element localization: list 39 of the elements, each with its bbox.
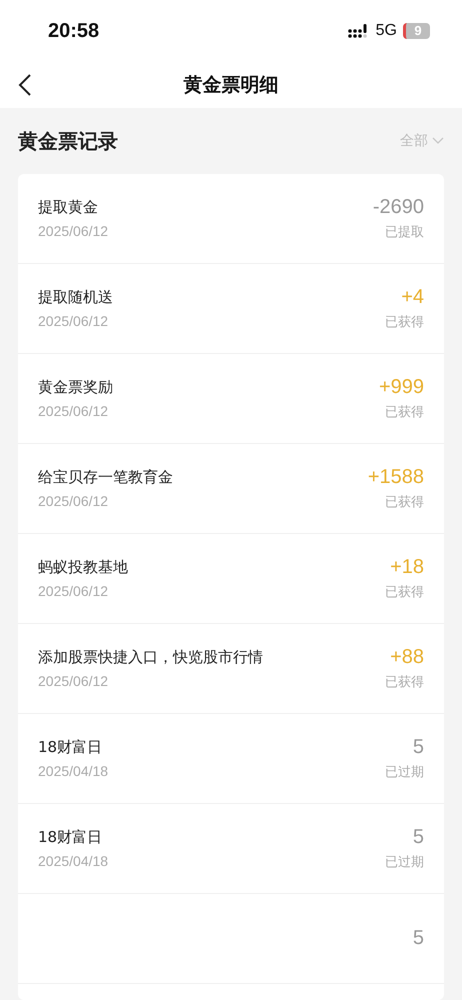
network-label: 5G: [376, 22, 397, 40]
record-amount: +4: [401, 286, 424, 309]
record-status: 已过期: [385, 854, 424, 871]
battery-indicator: 9: [403, 23, 430, 39]
record-status: 已获得: [385, 314, 424, 331]
record-date: 2025/06/12: [38, 223, 108, 239]
record-title: 18财富日: [38, 828, 104, 847]
page-title: 黄金票明细: [184, 73, 278, 98]
record-date: 2025/06/12: [38, 403, 110, 419]
record-amount: +88: [390, 646, 424, 669]
record-date: 2025/04/18: [38, 853, 108, 869]
record-title: 18财富日: [38, 738, 104, 757]
record-date: 2025/04/18: [38, 763, 108, 779]
record-date: 2025/06/12: [38, 673, 110, 689]
record-title: 提取随机送: [38, 288, 113, 307]
record-amount: +18: [390, 556, 424, 579]
record-title: 黄金票奖励: [38, 378, 113, 397]
record-title: 蚂蚁投教基地: [38, 558, 128, 577]
record-date: 2025/06/12: [38, 493, 110, 509]
record-amount: +999: [378, 376, 424, 399]
record-amount: 5: [412, 736, 424, 759]
record-title: 添加股票快捷入口，快览股市行情: [38, 648, 263, 667]
filter-dropdown[interactable]: 全部: [400, 132, 444, 150]
record-amount: -2690: [372, 196, 424, 219]
record-status: 已提取: [385, 224, 424, 241]
record-title: 提取黄金: [38, 198, 99, 217]
record-amount: 5: [412, 927, 424, 950]
section-title: 黄金票记录: [18, 128, 118, 154]
record-status: 已获得: [385, 404, 424, 421]
record-date: 2025/06/12: [38, 313, 110, 329]
record-status: 已过期: [385, 764, 424, 781]
record-status: 已获得: [385, 674, 424, 691]
record-title: 给宝贝存一笔教育金: [38, 468, 173, 487]
record-date: 2025/06/12: [38, 583, 110, 599]
record-status: 已获得: [385, 584, 424, 601]
record-amount: 5: [412, 826, 424, 849]
record-status: 已获得: [385, 494, 424, 511]
record-amount: +1588: [368, 466, 424, 489]
status-time: 20:58: [48, 20, 100, 42]
